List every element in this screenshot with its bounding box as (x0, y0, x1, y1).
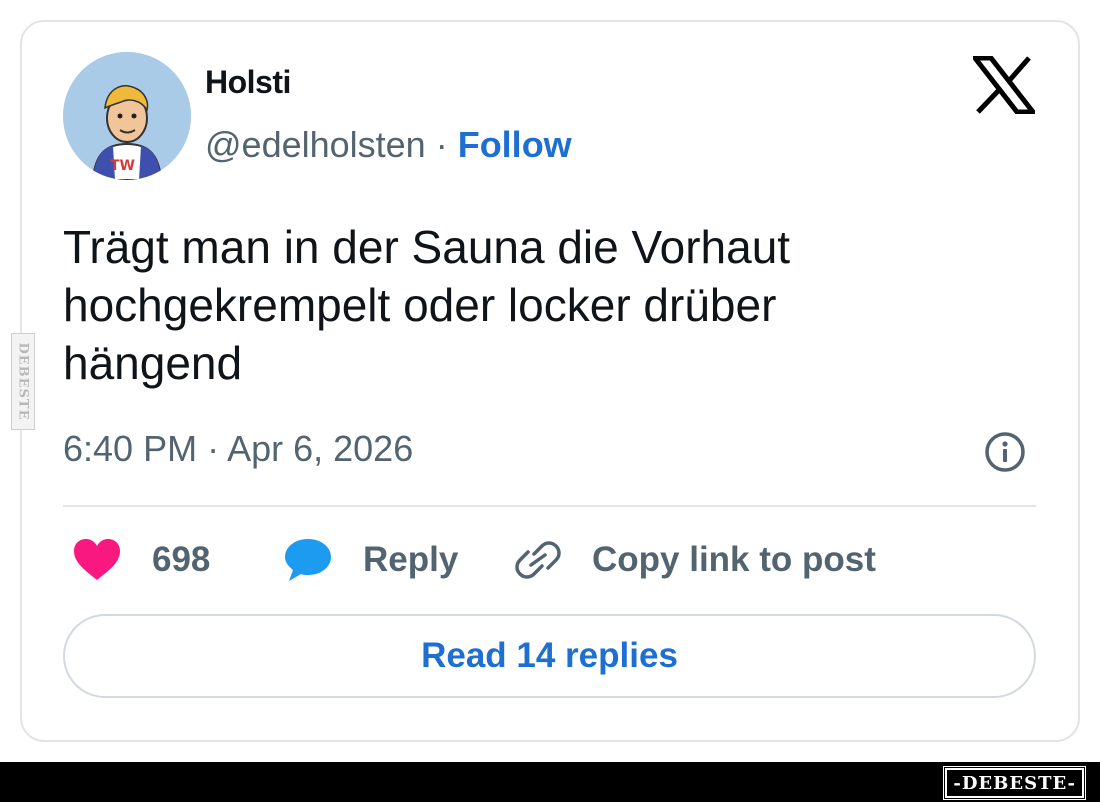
side-watermark-text: DEBESTE (15, 342, 31, 421)
info-icon[interactable] (983, 430, 1027, 474)
footer-bar: -DEBESTE- (0, 762, 1100, 802)
avatar-image: TW (63, 52, 191, 180)
divider (63, 505, 1036, 507)
read-replies-button[interactable]: Read 14 replies (63, 614, 1036, 698)
svg-text:TW: TW (110, 158, 135, 174)
copy-link-label: Copy link to post (592, 540, 876, 579)
author-handle[interactable]: @edelholsten (205, 124, 426, 165)
heart-icon (74, 539, 120, 580)
tweet-text: Trägt man in der Sauna die Vorhaut hochg… (63, 218, 963, 392)
reply-label: Reply (363, 540, 459, 579)
link-icon (515, 541, 561, 579)
like-button[interactable]: 698 (72, 535, 210, 585)
handle-separator: · (425, 124, 458, 165)
tweet-text-line: Trägt man in der Sauna die Vorhaut (63, 221, 791, 273)
side-watermark: DEBESTE (11, 333, 35, 430)
author-name[interactable]: Holsti (205, 64, 291, 101)
tweet-text-line: hochgekrempelt oder locker drüber (63, 279, 777, 331)
copy-link-button[interactable]: Copy link to post (512, 535, 876, 585)
likes-count: 698 (152, 540, 211, 579)
reply-button[interactable]: Reply (283, 535, 458, 585)
footer-watermark-logo: -DEBESTE- (943, 766, 1086, 800)
tweet-text-line: hängend (63, 337, 243, 389)
speech-bubble-icon (285, 539, 331, 581)
tweet-timestamp[interactable]: 6:40 PM · Apr 6, 2026 (63, 428, 413, 470)
author-handle-row: @edelholsten · Follow (205, 124, 572, 166)
avatar[interactable]: TW (63, 52, 191, 180)
follow-button[interactable]: Follow (458, 124, 572, 165)
x-logo-icon[interactable] (969, 55, 1039, 115)
